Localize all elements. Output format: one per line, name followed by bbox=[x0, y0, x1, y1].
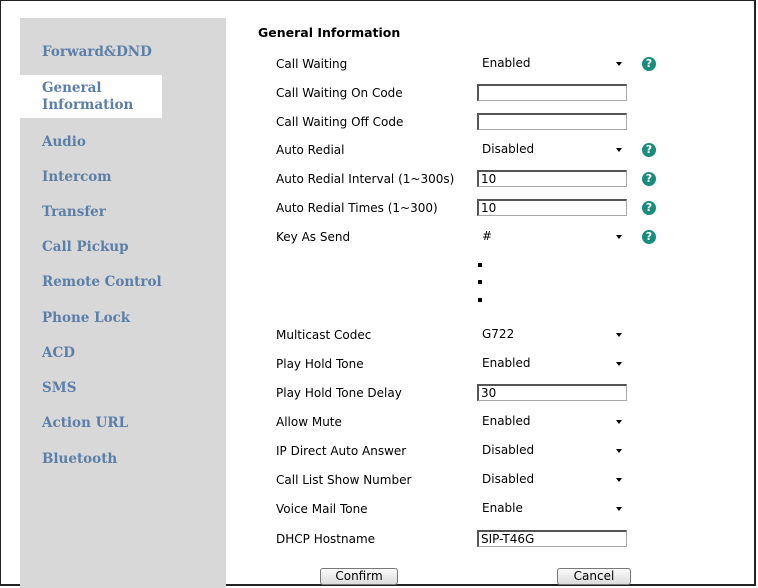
key-as-send-select[interactable]: # bbox=[477, 228, 627, 245]
call-waiting-off-code-input[interactable] bbox=[477, 113, 627, 130]
auto-redial-interval-1-300s-input[interactable]: 10 bbox=[477, 170, 627, 187]
play-hold-tone-delay-value: 30 bbox=[481, 386, 497, 400]
sidebar-item-transfer[interactable]: Transfer bbox=[20, 204, 162, 221]
chevron-down-icon bbox=[616, 449, 622, 453]
call-list-show-number-select[interactable]: Disabled bbox=[477, 471, 627, 488]
sidebar-item-bluetooth[interactable]: Bluetooth bbox=[20, 451, 162, 468]
key-as-send-label: Key As Send bbox=[276, 230, 351, 244]
sidebar-item-action-url[interactable]: Action URL bbox=[20, 415, 162, 432]
allow-mute-select[interactable]: Enabled bbox=[477, 413, 627, 430]
ip-direct-auto-answer-value: Disabled bbox=[482, 443, 535, 457]
voice-mail-tone-label: Voice Mail Tone bbox=[276, 502, 368, 516]
sidebar-item-remote-control[interactable]: Remote Control bbox=[20, 274, 162, 291]
chevron-down-icon bbox=[616, 478, 622, 482]
play-hold-tone-label: Play Hold Tone bbox=[276, 357, 364, 371]
call-waiting-off-code-label: Call Waiting Off Code bbox=[276, 115, 404, 129]
ip-direct-auto-answer-label: IP Direct Auto Answer bbox=[276, 444, 407, 458]
play-hold-tone-select[interactable]: Enabled bbox=[477, 355, 627, 372]
call-waiting-value: Enabled bbox=[482, 56, 531, 70]
ellipsis-dot bbox=[478, 263, 482, 267]
play-hold-tone-delay-label: Play Hold Tone Delay bbox=[276, 386, 402, 400]
sidebar-item-call-pickup[interactable]: Call Pickup bbox=[20, 239, 162, 256]
auto-redial-value: Disabled bbox=[482, 142, 535, 156]
allow-mute-label: Allow Mute bbox=[276, 415, 342, 429]
sidebar-item-sms[interactable]: SMS bbox=[20, 380, 162, 397]
allow-mute-value: Enabled bbox=[482, 414, 531, 428]
help-icon[interactable]: ? bbox=[642, 57, 656, 71]
multicast-codec-value: G722 bbox=[482, 327, 515, 341]
ellipsis-dot bbox=[478, 280, 482, 284]
help-icon[interactable]: ? bbox=[642, 143, 656, 157]
sidebar-item-forward-dnd[interactable]: Forward&DND bbox=[20, 44, 162, 61]
chevron-down-icon bbox=[616, 420, 622, 424]
chevron-down-icon bbox=[616, 362, 622, 366]
call-list-show-number-label: Call List Show Number bbox=[276, 473, 412, 487]
chevron-down-icon bbox=[616, 507, 622, 511]
play-hold-tone-value: Enabled bbox=[482, 356, 531, 370]
call-waiting-on-code-input[interactable] bbox=[477, 84, 627, 101]
auto-redial-interval-1-300s-value: 10 bbox=[481, 172, 497, 186]
chevron-down-icon bbox=[616, 148, 622, 152]
cancel-button[interactable]: Cancel bbox=[557, 568, 631, 585]
dhcp-hostname-label: DHCP Hostname bbox=[276, 532, 376, 546]
voice-mail-tone-select[interactable]: Enable bbox=[477, 500, 627, 517]
multicast-codec-label: Multicast Codec bbox=[276, 328, 372, 342]
sidebar-item-general-information[interactable]: General Information bbox=[20, 75, 162, 118]
chevron-down-icon bbox=[616, 62, 622, 66]
auto-redial-times-1-300-input[interactable]: 10 bbox=[477, 199, 627, 216]
call-waiting-label: Call Waiting bbox=[276, 57, 348, 71]
auto-redial-times-1-300-label: Auto Redial Times (1~300) bbox=[276, 201, 438, 215]
sidebar-item-intercom[interactable]: Intercom bbox=[20, 169, 162, 186]
ip-direct-auto-answer-select[interactable]: Disabled bbox=[477, 442, 627, 459]
chevron-down-icon bbox=[616, 333, 622, 337]
play-hold-tone-delay-input[interactable]: 30 bbox=[477, 384, 627, 401]
call-waiting-select[interactable]: Enabled bbox=[477, 55, 627, 72]
sidebar-item-audio[interactable]: Audio bbox=[20, 134, 162, 151]
call-list-show-number-value: Disabled bbox=[482, 472, 535, 486]
sidebar-item-phone-lock[interactable]: Phone Lock bbox=[20, 310, 162, 327]
auto-redial-select[interactable]: Disabled bbox=[477, 141, 627, 158]
auto-redial-label: Auto Redial bbox=[276, 143, 345, 157]
multicast-codec-select[interactable]: G722 bbox=[477, 326, 627, 343]
help-icon[interactable]: ? bbox=[642, 230, 656, 244]
voice-mail-tone-value: Enable bbox=[482, 501, 523, 515]
key-as-send-value: # bbox=[482, 229, 493, 243]
auto-redial-interval-1-300s-label: Auto Redial Interval (1~300s) bbox=[276, 172, 455, 186]
help-icon[interactable]: ? bbox=[642, 172, 656, 186]
help-icon[interactable]: ? bbox=[642, 201, 656, 215]
call-waiting-on-code-label: Call Waiting On Code bbox=[276, 86, 403, 100]
dhcp-hostname-input[interactable]: SIP-T46G bbox=[477, 530, 627, 547]
ellipsis-dot bbox=[478, 298, 482, 302]
sidebar-item-acd[interactable]: ACD bbox=[20, 345, 162, 362]
auto-redial-times-1-300-value: 10 bbox=[481, 201, 497, 215]
confirm-button[interactable]: Confirm bbox=[320, 568, 398, 585]
dhcp-hostname-value: SIP-T46G bbox=[481, 532, 535, 546]
chevron-down-icon bbox=[616, 235, 622, 239]
sidebar: Forward&DND General Information Audio In… bbox=[20, 18, 226, 588]
section-title: General Information bbox=[258, 25, 401, 40]
